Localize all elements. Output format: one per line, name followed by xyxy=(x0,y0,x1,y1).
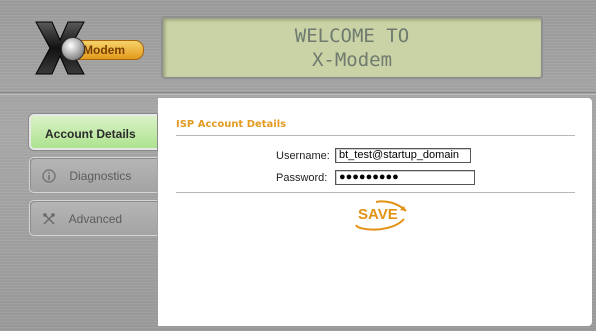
username-field[interactable]: bt_test@startup_domain xyxy=(335,148,471,163)
x-modem-logo: Modem xyxy=(28,20,148,76)
divider xyxy=(176,135,575,136)
username-label: Username: xyxy=(276,150,330,162)
logo-dot xyxy=(61,37,85,61)
save-label: SAVE xyxy=(358,206,398,223)
info-icon xyxy=(42,169,56,183)
sidebar-item-label: Account Details xyxy=(45,127,136,141)
sidebar-item-label: Advanced xyxy=(68,212,123,226)
content-panel: ISP Account Details Username: bt_test@st… xyxy=(158,98,592,326)
password-label: Password: xyxy=(276,172,328,184)
header-divider xyxy=(0,92,596,95)
sidebar-item-advanced[interactable]: Advanced xyxy=(29,200,157,236)
welcome-line-1: WELCOME TO xyxy=(294,25,410,47)
welcome-display: WELCOME TO X-Modem xyxy=(161,16,543,79)
sidebar-item-label: Diagnostics xyxy=(69,169,132,183)
save-button[interactable]: SAVE xyxy=(346,199,416,233)
logo-text: Modem xyxy=(83,43,125,57)
password-field[interactable]: ●●●●●●●●● xyxy=(335,170,475,185)
sidebar-item-diagnostics[interactable]: Diagnostics xyxy=(29,157,157,193)
tools-icon xyxy=(43,213,55,225)
section-title: ISP Account Details xyxy=(176,119,287,130)
divider xyxy=(176,192,575,193)
sidebar-item-account-details[interactable]: Account Details xyxy=(29,114,157,150)
welcome-line-2: X-Modem xyxy=(311,49,393,71)
